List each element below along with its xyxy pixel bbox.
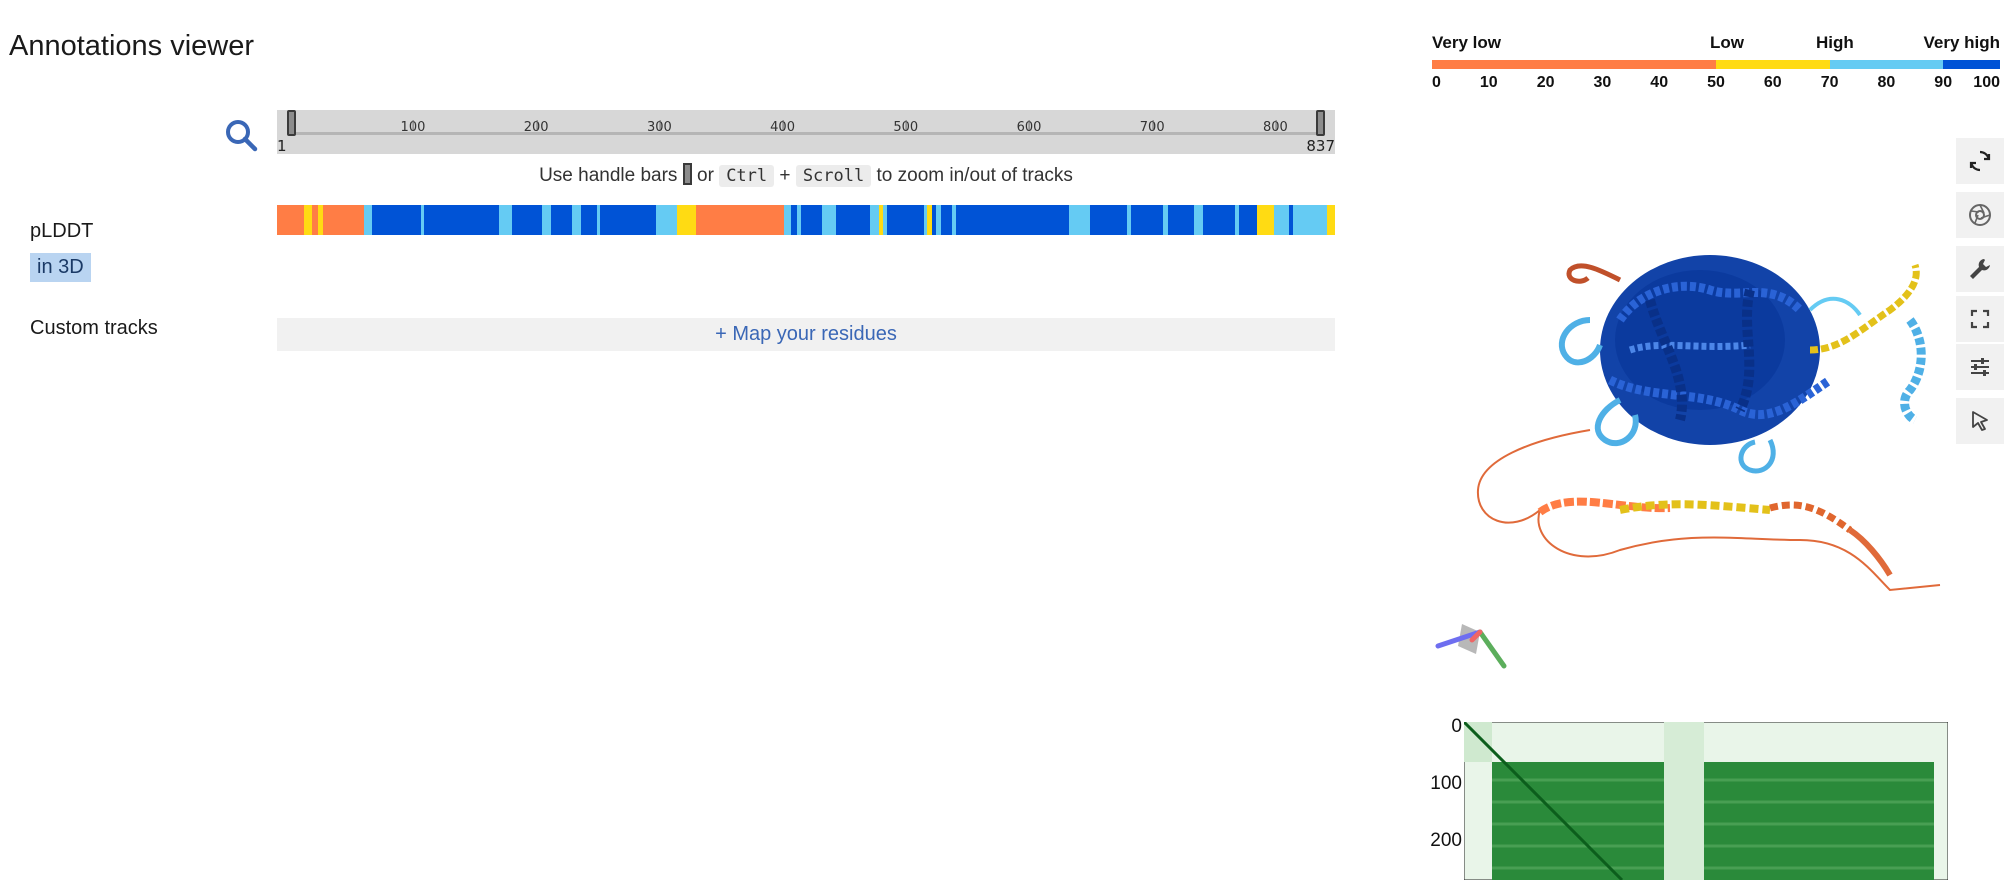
- legend-tick-10: 10: [1479, 74, 1498, 91]
- plddt-segment: [550, 205, 572, 235]
- pae-ytick-0: 0: [1451, 716, 1462, 737]
- legend-tick-30: 30: [1593, 74, 1612, 91]
- legend-bar-very-high: [1943, 60, 2000, 69]
- navigator-tick-800: 800: [1263, 120, 1288, 135]
- navigator-start-handle[interactable]: [287, 110, 296, 136]
- plddt-segment: [541, 205, 551, 235]
- handle-bar-icon: [682, 163, 692, 185]
- legend-tick-100: 100: [1973, 74, 2000, 91]
- plddt-segment: [887, 205, 924, 235]
- plddt-segment: [956, 205, 1069, 235]
- legend-very-low: Very low: [1432, 33, 1501, 52]
- legend-bar-very-low: [1432, 60, 1716, 69]
- plddt-segment: [323, 205, 364, 235]
- help-plus: +: [779, 165, 791, 186]
- legend-color-bar: [1432, 60, 2000, 69]
- plddt-segment: [580, 205, 597, 235]
- pae-heatmap: [1464, 722, 1948, 880]
- wrench-icon[interactable]: [1956, 246, 2004, 292]
- navigator-tick-300: 300: [647, 120, 672, 135]
- plddt-track-label: pLDDT: [30, 220, 94, 242]
- plddt-segment: [423, 205, 500, 235]
- help-or: or: [697, 165, 714, 186]
- plddt-segment: [870, 205, 879, 235]
- plddt-segment: [821, 205, 836, 235]
- legend-tick-20: 20: [1536, 74, 1555, 91]
- help-prefix: Use handle bars: [539, 165, 678, 186]
- plddt-segment: [572, 205, 581, 235]
- page-title: Annotations viewer: [9, 30, 255, 62]
- scroll-key: Scroll: [795, 165, 872, 187]
- plddt-segment: [599, 205, 656, 235]
- plddt-segment: [1257, 205, 1274, 235]
- pae-ytick-100: 100: [1430, 773, 1462, 794]
- legend-tick-50: 50: [1707, 74, 1725, 91]
- legend-very-high: Very high: [1923, 33, 2000, 52]
- plddt-segment: [1090, 205, 1127, 235]
- navigator-tick-600: 600: [1017, 120, 1041, 135]
- ctrl-key: Ctrl: [719, 165, 775, 187]
- zoom-help-text: Use handle bars or Ctrl + Scroll to zoom…: [277, 163, 1335, 187]
- custom-tracks-label: Custom tracks: [30, 317, 158, 339]
- plddt-segment: [677, 205, 697, 235]
- navigator-tick-200: 200: [524, 120, 549, 135]
- navigator-tick-700: 700: [1140, 120, 1165, 135]
- plddt-segment: [277, 205, 304, 235]
- legend-tick-80: 80: [1877, 74, 1896, 91]
- pae-plot[interactable]: 0 100 200: [1420, 716, 1960, 880]
- plddt-segment: [372, 205, 421, 235]
- navigator-end-label: 837: [1306, 137, 1335, 155]
- legend-bar-high: [1829, 60, 1944, 69]
- plddt-segment: [363, 205, 373, 235]
- zoom-navigator[interactable]: 100 200 300 400 500 600 700 800 1 837: [277, 110, 1335, 155]
- plddt-segment: [835, 205, 871, 235]
- navigator-tick-500: 500: [893, 120, 918, 135]
- pae-ytick-200: 200: [1430, 830, 1462, 851]
- plddt-segment: [1273, 205, 1289, 235]
- plddt-segment: [303, 205, 313, 235]
- orientation-axes-icon: [1432, 614, 1512, 670]
- plddt-segment: [1292, 205, 1328, 235]
- legend-high: High: [1816, 33, 1854, 52]
- in-3d-button[interactable]: in 3D: [30, 253, 91, 282]
- legend-low: Low: [1710, 33, 1744, 52]
- plddt-track[interactable]: [277, 205, 1335, 235]
- plddt-segment: [499, 205, 512, 235]
- map-residues-button[interactable]: + Map your residues: [277, 318, 1335, 351]
- plddt-segment: [1168, 205, 1195, 235]
- navigator-start-label: 1: [277, 137, 287, 155]
- navigator-track: [291, 132, 1321, 135]
- reset-icon[interactable]: [1956, 138, 2004, 184]
- help-suffix: to zoom in/out of tracks: [876, 165, 1073, 186]
- plddt-segment: [941, 205, 952, 235]
- sliders-icon[interactable]: [1956, 344, 2004, 390]
- plddt-segment: [511, 205, 542, 235]
- camera-icon[interactable]: [1956, 192, 2004, 238]
- plddt-segment: [1239, 205, 1258, 235]
- plddt-segment: [800, 205, 822, 235]
- legend-bar-low: [1716, 60, 1830, 69]
- navigator-end-handle[interactable]: [1316, 110, 1325, 136]
- legend-tick-40: 40: [1650, 74, 1669, 91]
- legend-tick-60: 60: [1763, 74, 1782, 91]
- protein-structure-viewer[interactable]: [1470, 240, 1950, 600]
- cursor-icon[interactable]: [1956, 398, 2004, 444]
- confidence-legend: Very low Low High Very high 0 10 20 30 40 50 6…: [1432, 33, 2000, 94]
- plddt-segment: [1327, 205, 1335, 235]
- plddt-segment: [1202, 205, 1235, 235]
- search-icon[interactable]: [224, 118, 258, 152]
- plddt-segment: [1130, 205, 1164, 235]
- navigator-tick-100: 100: [401, 120, 425, 135]
- plddt-segment: [1068, 205, 1091, 235]
- plddt-segment: [655, 205, 678, 235]
- navigator-tick-400: 400: [770, 120, 795, 135]
- legend-tick-90: 90: [1934, 74, 1953, 91]
- plddt-segment: [1194, 205, 1203, 235]
- legend-ticks: 0 10 20 30 40 50 60 70 80 90 100: [1432, 74, 2000, 94]
- expand-icon[interactable]: [1956, 296, 2004, 342]
- legend-tick-70: 70: [1820, 74, 1839, 91]
- plddt-segment: [696, 205, 785, 235]
- legend-tick-0: 0: [1432, 74, 1441, 91]
